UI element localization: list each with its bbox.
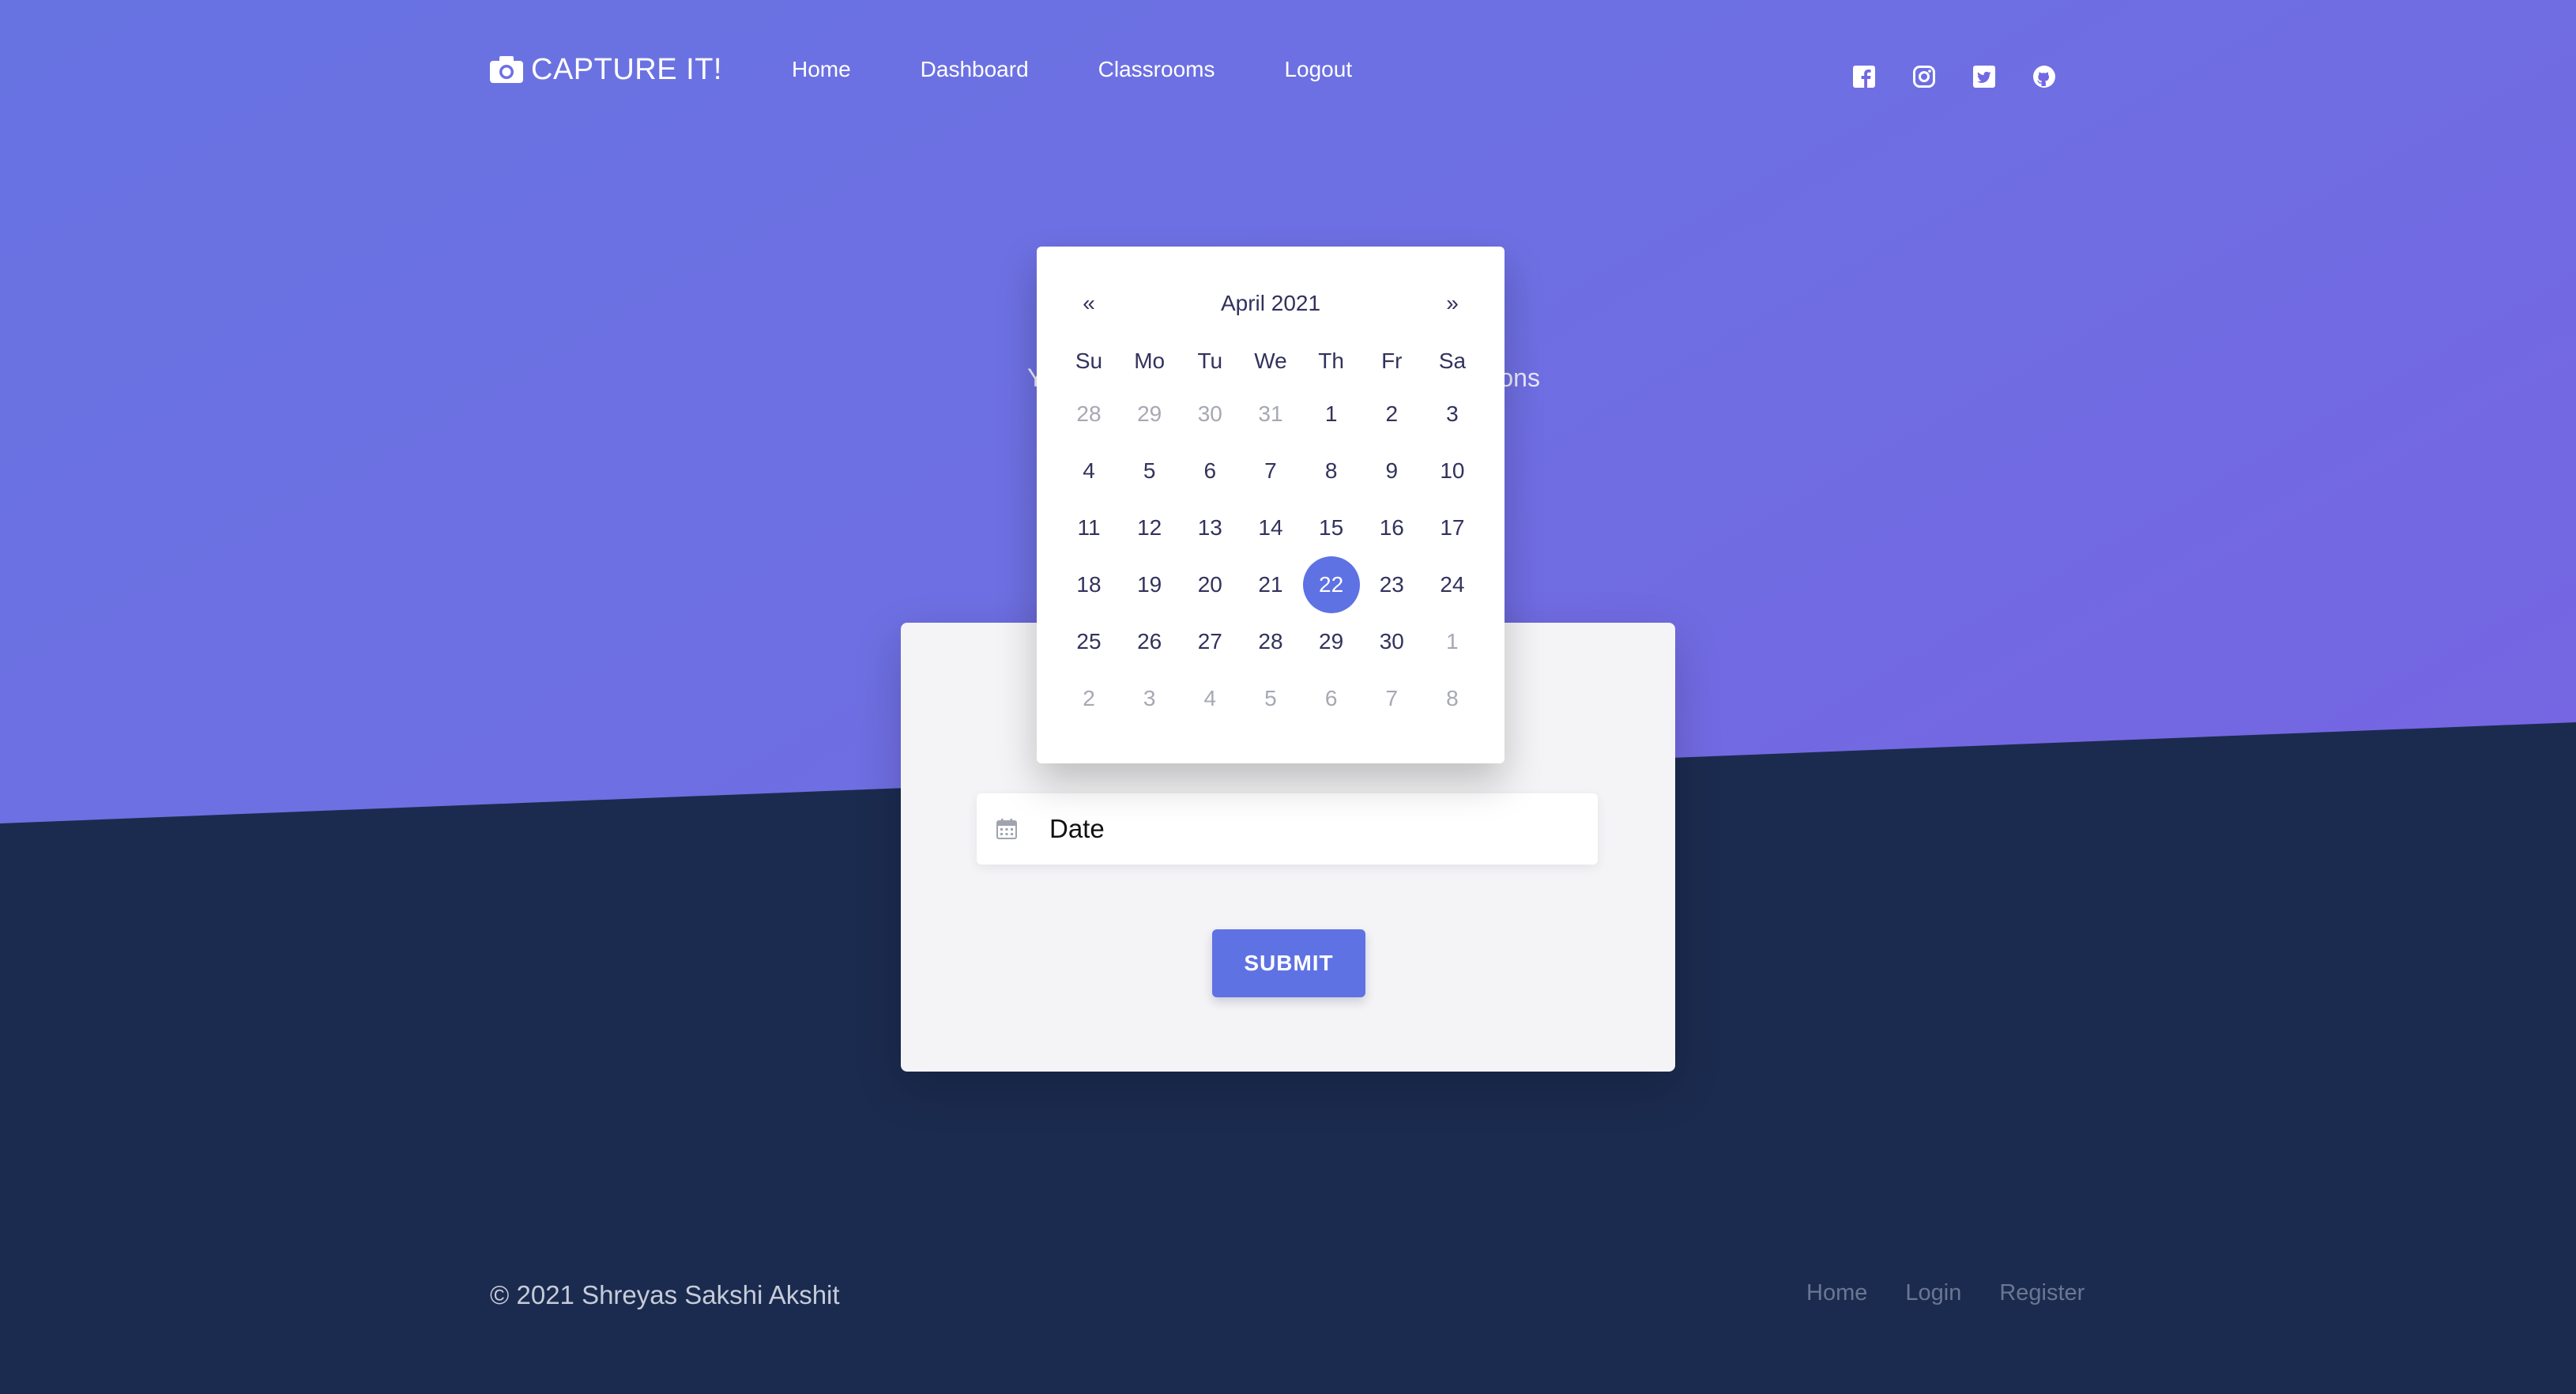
day-cell[interactable]: 30 xyxy=(1181,386,1238,443)
social-links xyxy=(1852,65,2092,89)
datepicker-grid: Su Mo Tu We Th Fr Sa 28 29 30 31 1 2 3 4 5 6 7 8 9 10 11 12 13 1… xyxy=(1060,337,1481,727)
day-cell[interactable]: 30 xyxy=(1363,613,1420,670)
weekday-label: Th xyxy=(1318,348,1344,373)
day-cell[interactable]: 27 xyxy=(1181,613,1238,670)
day-cell[interactable]: 7 xyxy=(1363,670,1420,727)
navbar: CAPTURE IT! Home Dashboard Classrooms Lo… xyxy=(490,51,1422,89)
date-input[interactable]: Date xyxy=(977,793,1598,865)
prev-month-button[interactable]: « xyxy=(1060,291,1117,316)
weekday-label: Mo xyxy=(1134,348,1166,373)
weekday-label: Sa xyxy=(1438,348,1467,373)
week-row: 11 12 13 14 15 16 17 xyxy=(1060,499,1481,556)
day-cell[interactable]: 15 xyxy=(1303,499,1360,556)
day-cell[interactable]: 3 xyxy=(1121,670,1178,727)
day-cell[interactable]: 18 xyxy=(1060,556,1117,613)
nav-dashboard[interactable]: Dashboard xyxy=(921,57,1029,82)
day-cell[interactable]: 31 xyxy=(1242,386,1299,443)
week-row: 2345678 xyxy=(1060,670,1481,727)
day-cell[interactable]: 2 xyxy=(1363,386,1420,443)
brand-logo[interactable]: CAPTURE IT! xyxy=(490,53,722,87)
day-cell[interactable]: 9 xyxy=(1363,443,1420,499)
day-cell[interactable]: 24 xyxy=(1424,556,1481,613)
day-cell[interactable]: 4 xyxy=(1181,670,1238,727)
camera-icon xyxy=(490,56,523,83)
github-icon[interactable] xyxy=(2032,65,2056,89)
day-cell[interactable]: 12 xyxy=(1121,499,1178,556)
datepicker-header: « April 2021 » xyxy=(1060,286,1481,321)
day-cell[interactable]: 2 xyxy=(1060,670,1117,727)
day-cell[interactable]: 3 xyxy=(1424,386,1481,443)
day-cell[interactable]: 13 xyxy=(1181,499,1238,556)
day-cell[interactable]: 8 xyxy=(1424,670,1481,727)
weekday-label: Su xyxy=(1075,348,1103,373)
day-cell[interactable]: 5 xyxy=(1242,670,1299,727)
day-cell[interactable]: 16 xyxy=(1363,499,1420,556)
day-cell[interactable]: 23 xyxy=(1363,556,1420,613)
week-row: 4 5 6 7 8 9 10 xyxy=(1060,443,1481,499)
weekday-row: Su Mo Tu We Th Fr Sa xyxy=(1060,337,1481,386)
day-cell[interactable]: 25 xyxy=(1060,613,1117,670)
day-cell[interactable]: 10 xyxy=(1424,443,1481,499)
nav-home[interactable]: Home xyxy=(792,57,851,82)
day-cell[interactable]: 26 xyxy=(1121,613,1178,670)
day-cell[interactable]: 20 xyxy=(1181,556,1238,613)
nav-classrooms[interactable]: Classrooms xyxy=(1098,57,1215,82)
hero-text-right: ons xyxy=(1499,364,1540,392)
footer-link-login[interactable]: Login xyxy=(1905,1280,1961,1306)
datepicker-popup: « April 2021 » Su Mo Tu We Th Fr Sa 28 29 30 31 1 2 3… xyxy=(1037,247,1505,763)
day-cell[interactable]: 29 xyxy=(1303,613,1360,670)
week-row: 18 19 20 21 22 23 24 xyxy=(1060,556,1481,613)
day-cell[interactable]: 29 xyxy=(1121,386,1178,443)
day-cell[interactable]: 28 xyxy=(1242,613,1299,670)
day-cell[interactable]: 17 xyxy=(1424,499,1481,556)
date-placeholder: Date xyxy=(1049,814,1105,843)
calendar-icon xyxy=(996,818,1018,840)
footer-copyright: © 2021 Shreyas Sakshi Akshit xyxy=(490,1280,840,1309)
week-row: 28 29 30 31 1 2 3 xyxy=(1060,386,1481,443)
twitter-icon[interactable] xyxy=(1972,65,1996,89)
day-cell[interactable]: 1 xyxy=(1424,613,1481,670)
day-cell[interactable]: 4 xyxy=(1060,443,1117,499)
week-row: 25 26 27 28 29 30 1 xyxy=(1060,613,1481,670)
footer-link-home[interactable]: Home xyxy=(1806,1280,1867,1306)
weekday-label: Fr xyxy=(1381,348,1403,373)
facebook-icon[interactable] xyxy=(1852,65,1876,89)
instagram-icon[interactable] xyxy=(1912,65,1936,89)
weekday-label: Tu xyxy=(1197,348,1223,373)
day-cell[interactable]: 1 xyxy=(1303,386,1360,443)
day-cell[interactable]: 6 xyxy=(1181,443,1238,499)
day-cell[interactable]: 5 xyxy=(1121,443,1178,499)
month-title[interactable]: April 2021 xyxy=(1117,291,1424,316)
day-cell[interactable]: 8 xyxy=(1303,443,1360,499)
day-cell[interactable]: 19 xyxy=(1121,556,1178,613)
day-cell[interactable]: 14 xyxy=(1242,499,1299,556)
next-month-button[interactable]: » xyxy=(1424,291,1481,316)
weekday-label: We xyxy=(1254,348,1287,373)
day-cell[interactable]: 11 xyxy=(1060,499,1117,556)
page: CAPTURE IT! Home Dashboard Classrooms Lo… xyxy=(0,0,2576,1394)
day-cell[interactable]: 28 xyxy=(1060,386,1117,443)
nav-links: Home Dashboard Classrooms Logout xyxy=(792,57,1422,82)
day-cell-selected[interactable]: 22 xyxy=(1302,556,1360,613)
brand-name: CAPTURE IT! xyxy=(531,52,722,86)
day-cell[interactable]: 7 xyxy=(1242,443,1299,499)
submit-button[interactable]: SUBMIT xyxy=(1212,929,1365,997)
nav-logout[interactable]: Logout xyxy=(1284,57,1352,82)
day-cell[interactable]: 21 xyxy=(1242,556,1299,613)
day-cell[interactable]: 6 xyxy=(1303,670,1360,727)
footer-link-register[interactable]: Register xyxy=(1999,1280,2085,1306)
footer-links: Home Login Register xyxy=(1806,1280,2122,1306)
